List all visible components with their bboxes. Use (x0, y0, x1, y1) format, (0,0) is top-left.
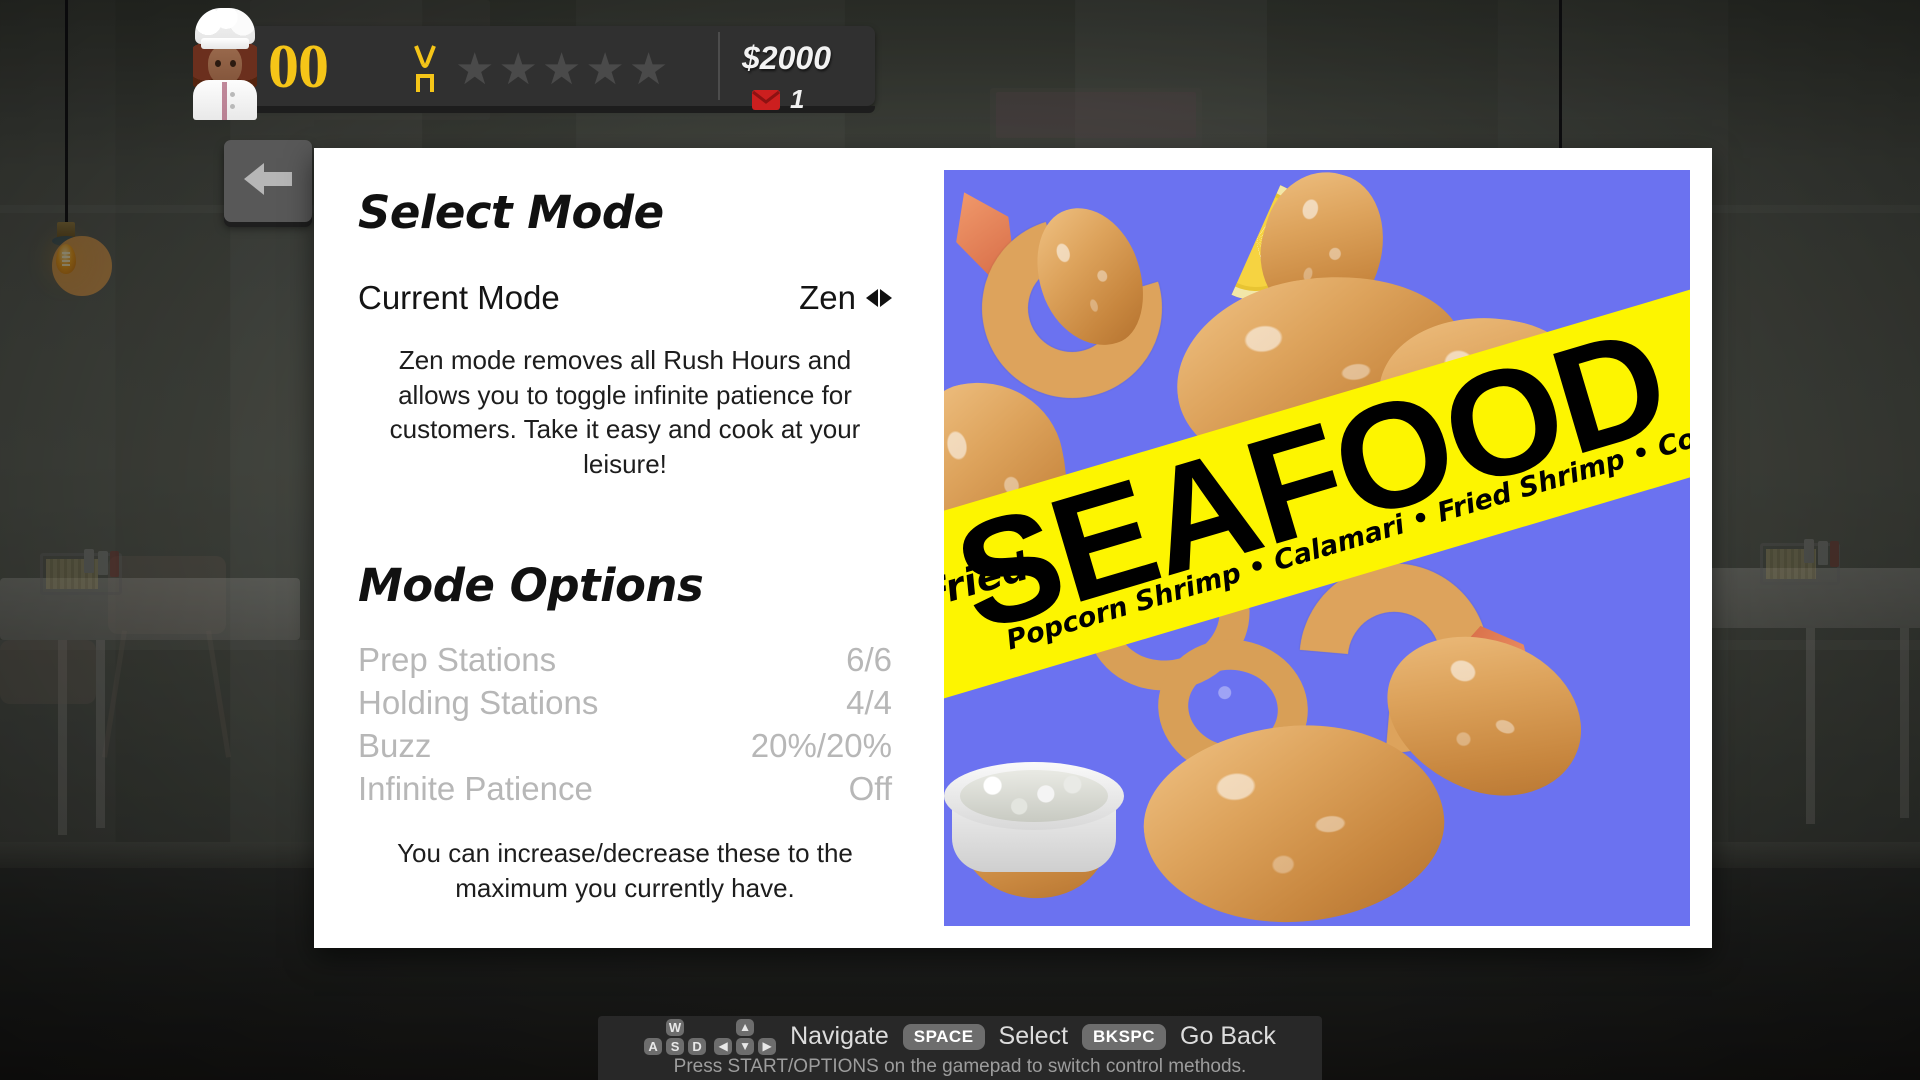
key-s[interactable]: S (666, 1037, 685, 1055)
page-title: Select Mode (358, 186, 664, 239)
current-mode-row[interactable]: Current Mode Zen (358, 275, 892, 321)
back-arrow-icon (242, 161, 294, 202)
seafood-poster: Fried SEAFOOD Popcorn Shrimp • Calamari … (944, 170, 1690, 926)
arrow-keys: ▲ ◀ ▼ ▶ (714, 1018, 777, 1055)
top-hud: 00 ★ ★ ★ ★ ★ $2000 1 (0, 0, 900, 128)
space-key[interactable]: SPACE (902, 1023, 985, 1050)
options-note: You can increase/decrease these to the m… (397, 838, 853, 903)
arrow-up-icon[interactable]: ▲ (736, 1018, 755, 1036)
control-hint-bar: W A S D ▲ ◀ ▼ ▶ Navigate SPACE Select BK… (598, 1016, 1322, 1080)
envelope-icon (752, 89, 780, 110)
option-value: Off (848, 770, 892, 808)
go-back-label: Go Back (1180, 1022, 1276, 1050)
backspace-key[interactable]: BKSPC (1082, 1023, 1167, 1050)
gamepad-hint: Press START/OPTIONS on the gamepad to sw… (673, 1055, 1247, 1077)
level-counter: 00 (268, 33, 329, 101)
arrow-left-icon[interactable]: ◀ (714, 1037, 733, 1055)
mode-description: Zen mode removes all Rush Hours and allo… (389, 345, 861, 479)
star-rating: ★ ★ ★ ★ ★ (455, 48, 668, 92)
star-icon: ★ (455, 45, 495, 94)
option-value: 20%/20% (750, 727, 892, 765)
star-icon: ★ (498, 45, 538, 94)
star-icon: ★ (628, 45, 669, 94)
left-right-arrows-icon[interactable] (866, 289, 892, 307)
key-w[interactable]: W (666, 1018, 685, 1036)
mail-indicator[interactable]: 1 (752, 84, 804, 115)
arrow-down-icon[interactable]: ▼ (736, 1037, 755, 1055)
option-label: Buzz (358, 727, 432, 765)
option-label: Holding Stations (358, 684, 599, 722)
star-icon: ★ (585, 45, 625, 94)
wasd-keys: W A S D (644, 1018, 707, 1055)
option-value: 6/6 (846, 641, 892, 679)
navigate-keys: W A S D ▲ ◀ ▼ ▶ (644, 1018, 777, 1055)
option-label: Prep Stations (358, 641, 557, 679)
star-icon: ★ (541, 45, 582, 94)
mail-count: 1 (790, 84, 805, 114)
select-label: Select (998, 1022, 1069, 1050)
back-button[interactable] (224, 140, 312, 222)
dialog-right-column: Fried SEAFOOD Popcorn Shrimp • Calamari … (944, 148, 1712, 948)
list-item: Buzz 20%/20% (358, 724, 892, 767)
tartar-sauce-cup (944, 756, 1124, 872)
current-mode-value: Zen (799, 279, 856, 316)
fork-icon (412, 44, 438, 94)
key-d[interactable]: D (688, 1037, 707, 1055)
avatar (185, 8, 265, 120)
select-mode-dialog: Select Mode Current Mode Zen Zen mode re… (314, 148, 1712, 948)
list-item: Holding Stations 4/4 (358, 681, 892, 724)
mode-options-list: Prep Stations 6/6 Holding Stations 4/4 B… (358, 638, 892, 810)
dialog-left-column: Select Mode Current Mode Zen Zen mode re… (314, 148, 944, 948)
current-mode-label: Current Mode (358, 279, 560, 316)
mode-options-title: Mode Options (358, 559, 704, 613)
money-amount: $2000 (742, 40, 831, 76)
option-label: Infinite Patience (358, 770, 593, 808)
navigate-label: Navigate (790, 1022, 889, 1050)
option-value: 4/4 (846, 684, 892, 722)
list-item: Prep Stations 6/6 (358, 638, 892, 681)
hud-divider (718, 32, 720, 100)
arrow-right-icon[interactable]: ▶ (758, 1037, 777, 1055)
list-item: Infinite Patience Off (358, 767, 892, 810)
key-a[interactable]: A (644, 1037, 663, 1055)
